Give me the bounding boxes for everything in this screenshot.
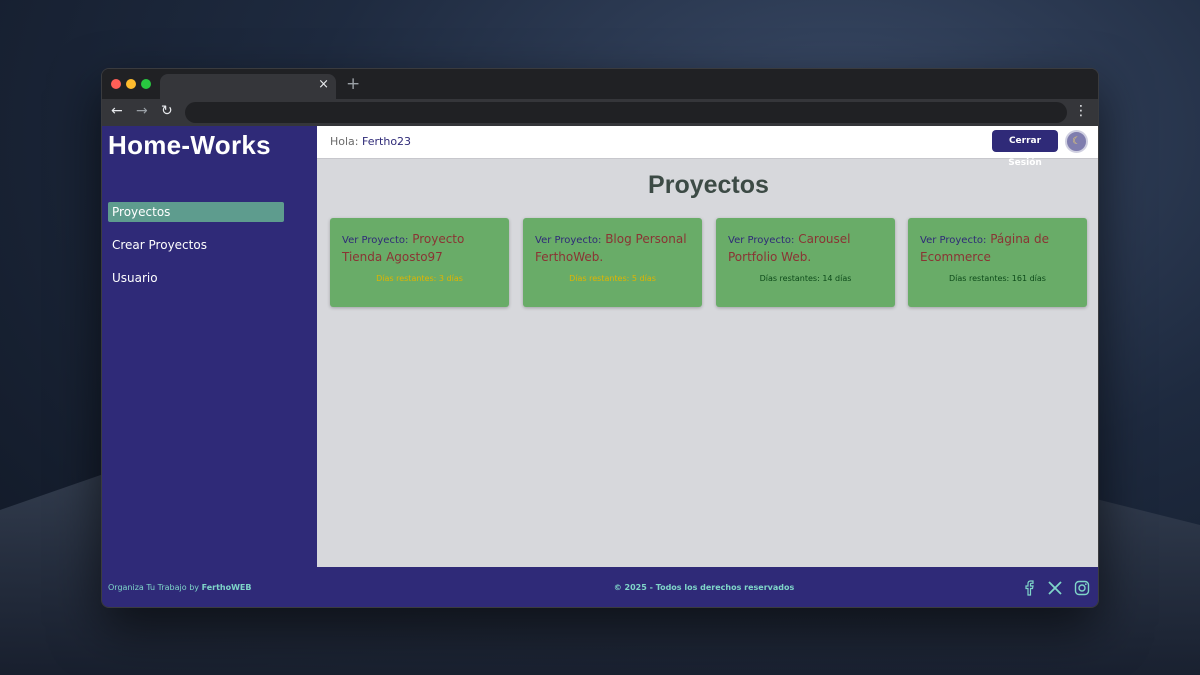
page-title: Proyectos [648,171,769,199]
facebook-icon[interactable] [1024,579,1036,600]
project-card[interactable]: Ver Proyecto: Carousel Portfolio Web. Dí… [716,218,895,307]
close-window-button[interactable] [111,79,121,89]
tab-bar: × + [102,69,1098,99]
top-bar: Hola: Fertho23 Cerrar Sesión ☾ [317,126,1098,168]
days-remaining: Días restantes: 3 días [376,274,463,283]
moon-icon[interactable]: ☾ [1065,130,1088,153]
web-app: Home-Works Proyectos Crear Proyectos Usu… [102,126,1098,607]
address-bar[interactable] [185,102,1067,123]
sidebar-item-proyectos[interactable]: Proyectos [108,202,284,222]
username: Fertho23 [362,135,412,148]
maximize-window-button[interactable] [141,79,151,89]
project-card[interactable]: Ver Proyecto: Proyecto Tienda Agosto97 D… [330,218,509,307]
greeting: Hola: Fertho23 [330,135,411,148]
card-prefix: Ver Proyecto: [920,235,987,246]
days-remaining: Días restantes: 5 días [569,274,656,283]
brand-logo[interactable]: Home-Works [108,130,271,161]
social-links [1018,579,1090,597]
sidebar: Home-Works Proyectos Crear Proyectos Usu… [102,126,317,567]
reload-icon[interactable]: ↻ [161,103,173,119]
days-remaining: Días restantes: 14 días [759,274,852,283]
project-card[interactable]: Ver Proyecto: Blog Personal FerthoWeb. D… [523,218,702,307]
card-prefix: Ver Proyecto: [535,235,602,246]
days-remaining: Días restantes: 161 días [949,274,1046,283]
main-content: Hola: Fertho23 Cerrar Sesión ☾ Proyectos… [317,126,1098,567]
greeting-label: Hola: [330,135,359,148]
minimize-window-button[interactable] [126,79,136,89]
sidebar-item-usuario[interactable]: Usuario [108,268,284,288]
sidebar-item-crear-proyectos[interactable]: Crear Proyectos [108,235,284,255]
project-link[interactable]: Ver Proyecto: Página de Ecommerce [920,231,1080,266]
project-cards: Ver Proyecto: Proyecto Tienda Agosto97 D… [330,218,1090,308]
card-prefix: Ver Proyecto: [342,235,409,246]
browser-window: × + ← → ↻ ⋮ Home-Works Proyectos Crear P… [101,68,1099,608]
browser-toolbar: ← → ↻ ⋮ [102,99,1098,126]
close-tab-icon[interactable]: × [318,77,329,92]
copyright: © 2025 - Todos los derechos reservados [613,583,795,592]
project-link[interactable]: Ver Proyecto: Blog Personal FerthoWeb. [535,231,695,266]
x-icon[interactable] [1047,580,1063,600]
sidebar-nav: Proyectos Crear Proyectos Usuario [108,202,284,301]
back-icon[interactable]: ← [111,103,123,119]
browser-menu-icon[interactable]: ⋮ [1074,103,1088,119]
forward-icon[interactable]: → [136,103,148,119]
project-link[interactable]: Ver Proyecto: Carousel Portfolio Web. [728,231,888,266]
card-prefix: Ver Proyecto: [728,235,795,246]
instagram-icon[interactable] [1074,580,1090,600]
browser-tab[interactable]: × [160,74,336,99]
project-link[interactable]: Ver Proyecto: Proyecto Tienda Agosto97 [342,231,502,266]
new-tab-button[interactable]: + [346,74,360,94]
project-card[interactable]: Ver Proyecto: Página de Ecommerce Días r… [908,218,1087,307]
logout-button[interactable]: Cerrar Sesión [992,130,1058,168]
footer: Organiza Tu Trabajo by FerthoWEB © 2025 … [102,567,1098,607]
